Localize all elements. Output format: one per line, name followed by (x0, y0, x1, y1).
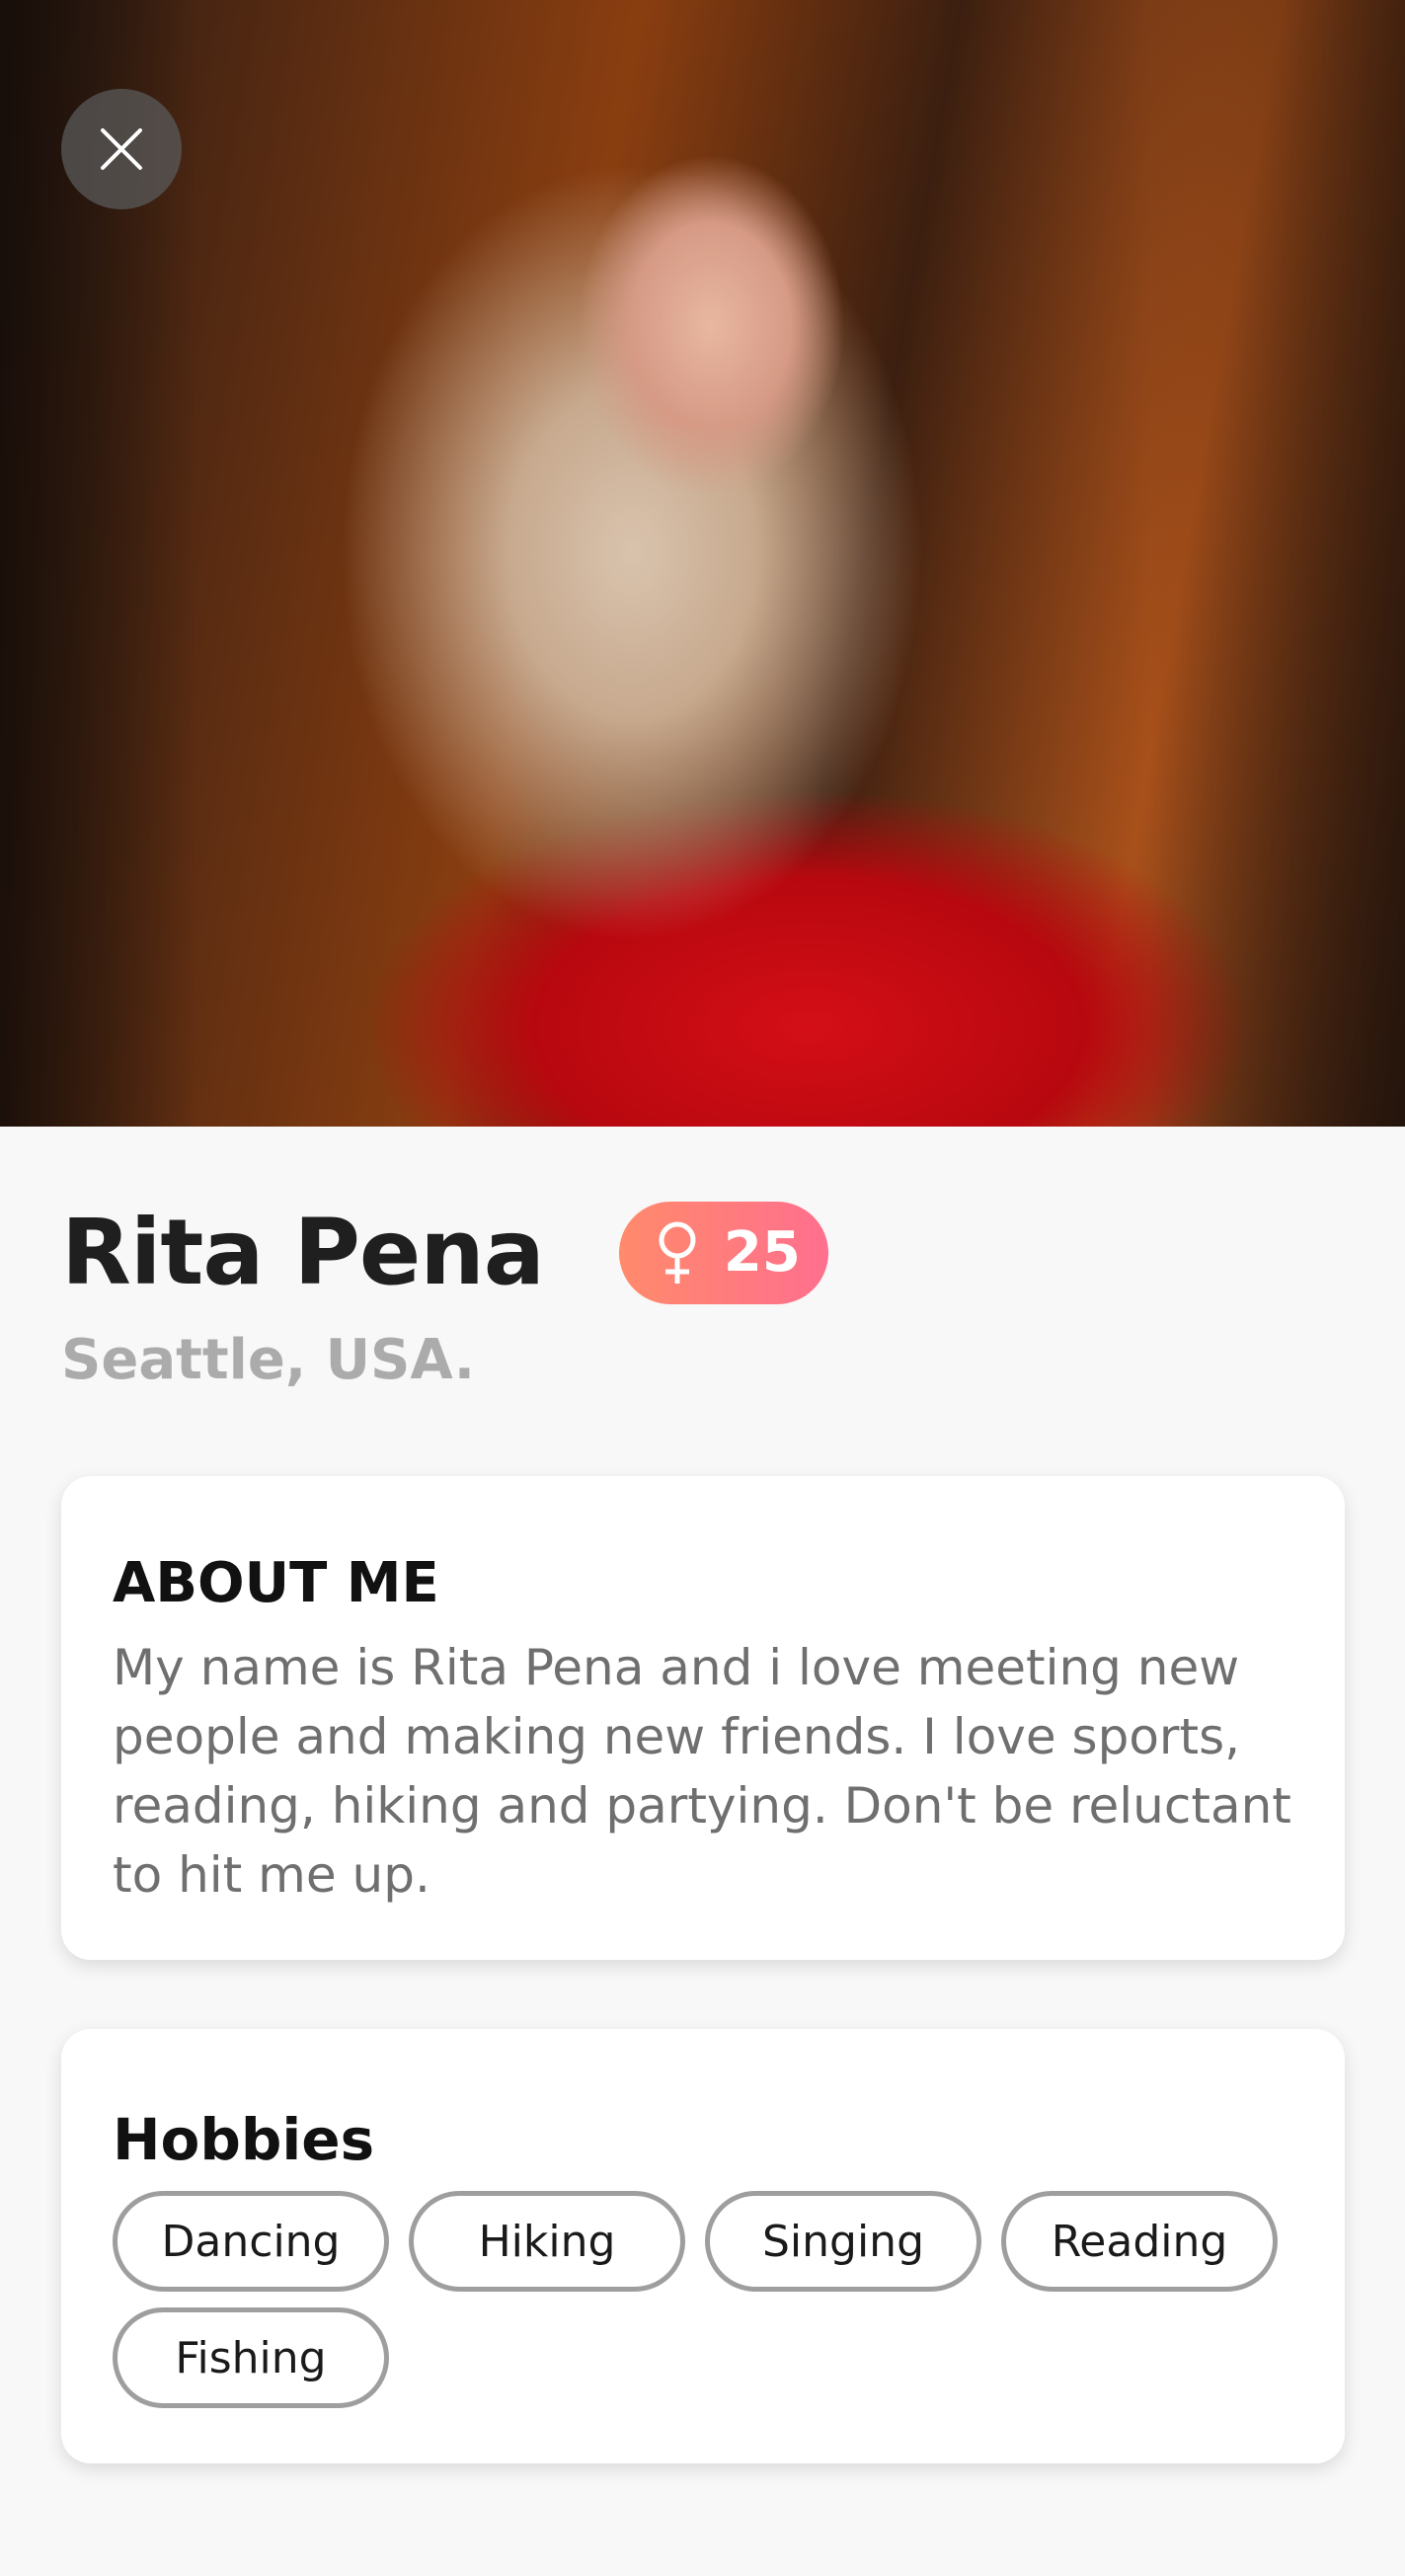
hobbies-card: Hobbies Dancing Hiking Singing Reading F… (61, 2029, 1345, 2463)
profile-location: Seattle, USA. (61, 1328, 476, 1392)
hobby-chip[interactable]: Reading (1001, 2191, 1278, 2292)
about-title: ABOUT ME (113, 1551, 439, 1615)
close-icon (101, 128, 142, 170)
female-icon (659, 1221, 696, 1284)
age-value: 25 (723, 1220, 801, 1285)
hobby-chip[interactable]: Hiking (409, 2191, 685, 2292)
hobby-chip[interactable]: Fishing (113, 2307, 389, 2408)
age-badge: 25 (618, 1201, 828, 1304)
profile-name: Rita Pena (61, 1200, 545, 1305)
profile-photo (0, 0, 1405, 1127)
about-card: ABOUT ME My name is Rita Pena and i love… (61, 1476, 1345, 1960)
hobbies-title: Hobbies (113, 2106, 375, 2173)
hobby-chip-list: Dancing Hiking Singing Reading Fishing (113, 2191, 1297, 2408)
profile-header: Rita Pena 25 (61, 1200, 828, 1305)
hobby-chip[interactable]: Dancing (113, 2191, 389, 2292)
close-button[interactable] (61, 89, 182, 209)
about-text: My name is Rita Pena and i love meeting … (113, 1639, 1291, 1904)
hobby-chip[interactable]: Singing (705, 2191, 981, 2292)
